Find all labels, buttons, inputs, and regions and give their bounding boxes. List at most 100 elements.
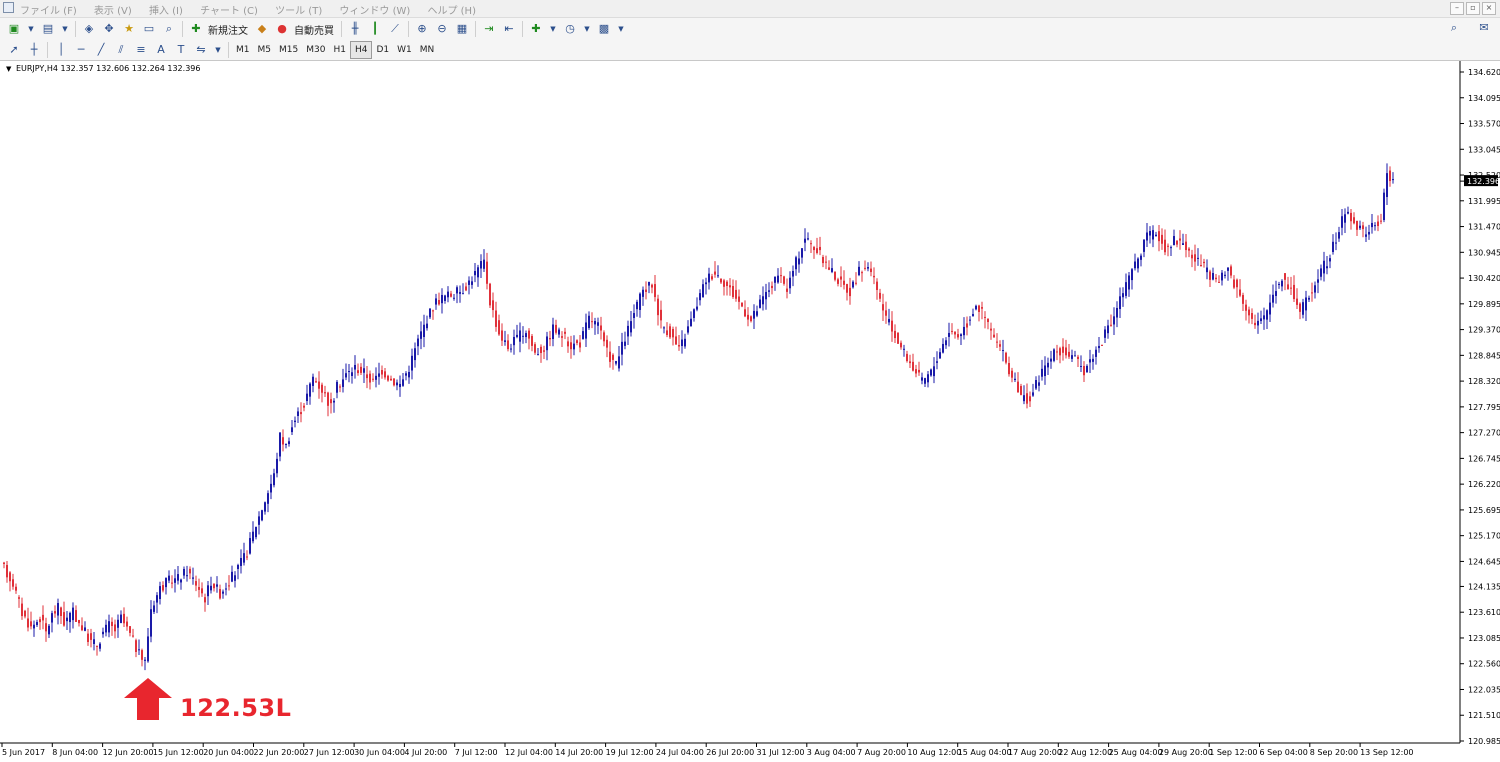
candle-body (945, 340, 947, 346)
periods-dropdown-icon[interactable]: ▼ (580, 22, 594, 36)
indicators-dropdown-icon[interactable]: ▼ (546, 22, 560, 36)
menu-view[interactable]: 表示 (V) (94, 6, 132, 17)
candle-body (1116, 307, 1118, 318)
search-icon[interactable]: ⌕ (1447, 21, 1461, 35)
zoom-out-icon[interactable]: ⊖ (435, 22, 449, 36)
candle-body (1296, 298, 1298, 305)
candle-body (42, 614, 44, 621)
chart-shift-icon[interactable]: ⇤ (502, 22, 516, 36)
menu-charts[interactable]: チャート (C) (200, 6, 258, 17)
candle-body (501, 330, 503, 341)
price-tick-label: 125.695 (1468, 506, 1500, 515)
candle-body (498, 320, 500, 335)
timeframe-m15[interactable]: M15 (275, 42, 302, 58)
time-tick-label: 30 Jun 04:00 (354, 748, 405, 757)
candle-body (783, 276, 785, 284)
horizontal-line-icon[interactable]: ─ (74, 43, 88, 57)
data-window-icon[interactable]: ★ (122, 22, 136, 36)
candle-body (882, 304, 884, 311)
tile-icon[interactable]: ▦ (455, 22, 469, 36)
auto-trading-icon[interactable]: ● (275, 22, 289, 36)
candle-body (1128, 275, 1130, 290)
menu-window[interactable]: ウィンドウ (W) (339, 6, 410, 17)
navigator-icon[interactable]: ✥ (102, 22, 116, 36)
chart-menu-triangle-icon[interactable]: ▼ (6, 65, 11, 73)
text-icon[interactable]: A (154, 43, 168, 57)
candle-body (57, 603, 59, 616)
new-order-icon[interactable]: ✚ (189, 22, 203, 36)
fibonacci-icon[interactable]: ≡ (134, 43, 148, 57)
time-tick-label: 29 Aug 20:00 (1159, 748, 1213, 757)
timeframe-w1[interactable]: W1 (393, 42, 416, 58)
candle-body (3, 562, 5, 565)
candle-body (759, 299, 761, 308)
menu-tools[interactable]: ツール (T) (275, 6, 322, 17)
templates-dropdown-icon[interactable]: ▼ (614, 22, 628, 36)
zoom-in-icon[interactable]: ⊕ (415, 22, 429, 36)
minimize-button[interactable]: – (1450, 2, 1464, 15)
time-tick-label: 20 Jun 04:00 (203, 748, 254, 757)
terminal-icon[interactable]: ▭ (142, 22, 156, 36)
candle-body (1245, 304, 1247, 311)
text-label-icon[interactable]: T (174, 43, 188, 57)
chat-icon[interactable]: ✉ (1477, 21, 1491, 35)
candle-body (444, 295, 446, 301)
candle-body (1167, 245, 1169, 247)
timeframe-mn[interactable]: MN (416, 42, 439, 58)
candle-body (1140, 255, 1142, 260)
menu-insert[interactable]: 挿入 (I) (149, 6, 183, 17)
candlestick-icon[interactable]: ┃ (368, 22, 382, 36)
chart-window[interactable]: 134.620134.095133.570133.045132.520131.9… (0, 61, 1500, 762)
timeframe-h1[interactable]: H1 (329, 42, 350, 58)
trendline-icon[interactable]: ╱ (94, 43, 108, 57)
toolbar-group-main: ▣ ▼ ▤ ▼ ◈ ✥ ★ ▭ ⌕ ✚ 新規注文 ◆ ● 自動売買 ╫ ┃ ⟋ ⊕ … (4, 18, 628, 40)
candle-body (792, 270, 794, 277)
indicators-icon[interactable]: ✚ (529, 22, 543, 36)
arrows-icon[interactable]: ⇋ (194, 43, 208, 57)
timeframe-m5[interactable]: M5 (254, 42, 276, 58)
candle-body (1356, 220, 1358, 230)
candle-body (435, 298, 437, 305)
candle-body (558, 329, 560, 335)
menu-file[interactable]: ファイル (F) (20, 6, 77, 17)
profiles-dropdown-icon[interactable]: ▼ (58, 22, 72, 36)
auto-trade-button[interactable]: 自動売買 (294, 22, 334, 37)
timeframe-m1[interactable]: M1 (232, 42, 254, 58)
candle-body (1371, 222, 1373, 228)
bar-chart-icon[interactable]: ╫ (348, 22, 362, 36)
line-chart-icon[interactable]: ⟋ (388, 22, 402, 36)
menu-help[interactable]: ヘルプ (H) (427, 6, 476, 17)
new-order-button[interactable]: 新規注文 (208, 22, 248, 37)
templates-icon[interactable]: ▩ (597, 22, 611, 36)
strategy-tester-icon[interactable]: ⌕ (162, 22, 176, 36)
candle-body (555, 324, 557, 333)
candle-body (66, 617, 68, 622)
restore-button[interactable]: ▫ (1466, 2, 1480, 15)
new-chart-dropdown-icon[interactable]: ▼ (24, 22, 38, 36)
auto-scroll-icon[interactable]: ⇥ (482, 22, 496, 36)
profiles-icon[interactable]: ▤ (41, 22, 55, 36)
time-tick-label: 1 Sep 12:00 (1209, 748, 1257, 757)
cursor-icon[interactable]: ➚ (7, 43, 21, 57)
meta-editor-icon[interactable]: ◆ (255, 22, 269, 36)
periods-icon[interactable]: ◷ (563, 22, 577, 36)
channel-icon[interactable]: ⫽ (114, 43, 128, 57)
timeframe-m30[interactable]: M30 (302, 42, 329, 58)
new-chart-icon[interactable]: ▣ (7, 22, 21, 36)
close-button[interactable]: × (1482, 2, 1496, 15)
market-watch-icon[interactable]: ◈ (82, 22, 96, 36)
candle-body (1293, 284, 1295, 300)
candle-body (1080, 365, 1082, 367)
timeframe-h4[interactable]: H4 (349, 41, 373, 59)
candle-body (720, 278, 722, 283)
vertical-line-icon[interactable]: │ (54, 43, 68, 57)
timeframe-d1[interactable]: D1 (372, 42, 393, 58)
candle-body (726, 281, 728, 286)
candle-body (1065, 347, 1067, 356)
candle-body (24, 610, 26, 617)
price-chart[interactable]: 134.620134.095133.570133.045132.520131.9… (0, 61, 1500, 762)
candle-body (69, 612, 71, 623)
arrows-dropdown-icon[interactable]: ▼ (211, 43, 225, 57)
crosshair-icon[interactable]: ┼ (27, 43, 41, 57)
candle-body (480, 261, 482, 269)
